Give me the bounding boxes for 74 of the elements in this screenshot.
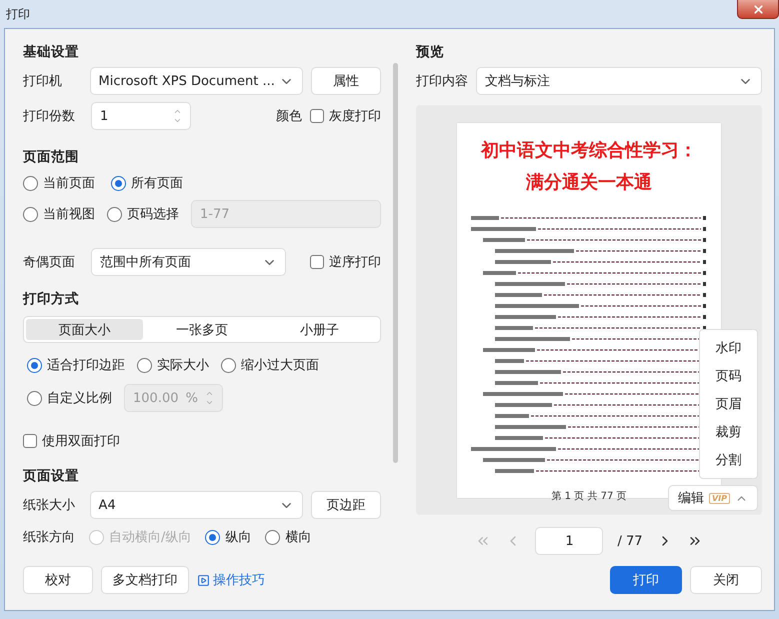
section-heading: 基础设置 [23,43,80,61]
checkbox-label: 灰度打印 [329,108,381,125]
radio-button[interactable] [137,358,152,372]
radio-button[interactable] [27,390,42,406]
checkbox[interactable] [310,255,324,269]
toolbar-button[interactable]: 校对 [23,566,93,594]
margins-button[interactable]: 页边距 [310,491,381,519]
radio-button[interactable] [221,358,236,372]
paper-size-select[interactable]: A4 [90,491,303,519]
toolbar-button[interactable]: 多文档打印 [101,566,189,594]
edit-button[interactable]: 编辑 VIP [668,485,758,511]
play-icon [197,574,210,586]
tab[interactable]: 页面大小 [26,319,144,340]
radio-label: 自动横向/纵向 [109,529,192,546]
menu-item[interactable]: 分割 [712,446,746,474]
section-heading: 页面范围 [23,148,80,166]
radio-button[interactable] [27,358,42,372]
radio-label: 当前视图 [43,206,95,223]
menu-item[interactable]: 水印 [712,334,746,362]
print-content-select[interactable]: 文档与标注 [476,67,762,95]
radio-label: 当前页面 [43,175,95,192]
radio-label: 页码选择 [127,206,179,223]
tab[interactable]: 一张多页 [143,319,261,340]
chevron-down-icon[interactable] [173,116,182,125]
radio-label: 适合打印边距 [47,357,125,374]
radio-label: 纵向 [225,529,252,546]
properties-button[interactable]: 属性 [310,67,381,95]
radio-label: 实际大小 [157,357,209,374]
page-total: / 77 [617,534,643,548]
menu-item[interactable]: 页眉 [712,390,746,418]
document-title: 满分通关一本通 [526,171,652,195]
field-label: 打印机 [23,73,63,90]
radio-label: 自定义比例 [47,390,112,407]
field-label: 打印份数 [23,108,76,125]
radio-button[interactable] [23,176,38,190]
print-button[interactable]: 打印 [610,566,682,594]
color-label: 颜色 [276,108,302,125]
chevron-up-icon[interactable] [173,107,182,116]
radio-label: 横向 [285,529,312,546]
percent-unit: % [186,390,198,406]
radio-button[interactable] [23,206,38,222]
close-button[interactable] [737,0,779,19]
field-label: 纸张方向 [23,529,75,546]
radio-label: 所有页面 [131,175,183,192]
radio-button[interactable] [107,206,122,222]
document-title: 初中语文中考综合性学习： [481,139,697,163]
field-label: 纸张大小 [23,497,76,514]
checkbox[interactable] [23,434,37,448]
page-number-input[interactable]: 1 [535,527,604,555]
tab[interactable]: 小册子 [260,319,378,340]
section-heading: 预览 [416,43,445,61]
field-label: 打印内容 [416,73,468,90]
window-title: 打印 [6,6,30,23]
close-icon [752,2,764,16]
section-heading: 页面设置 [23,467,80,485]
checkbox-label: 使用双面打印 [42,433,120,450]
menu-item[interactable]: 裁剪 [712,418,746,446]
ratio-value: 100.00 [133,390,178,406]
printer-select[interactable]: Microsoft XPS Document ... [90,67,303,95]
checkbox[interactable] [310,109,324,123]
copies-input[interactable]: 1 [91,102,191,130]
radio-label: 缩小过大页面 [241,357,319,374]
field-label: 奇偶页面 [23,254,76,271]
radio-button[interactable] [205,530,220,544]
menu-item[interactable]: 页码 [712,362,746,390]
radio-button[interactable] [111,176,126,190]
odd-even-select[interactable]: 范围中所有页面 [91,248,286,276]
radio-button[interactable] [265,530,280,544]
page-footer: 第 1 页 共 77 页 [552,489,626,503]
close-dialog-button[interactable]: 关闭 [690,566,762,594]
section-heading: 打印方式 [23,290,80,308]
tips-link[interactable]: 操作技巧 [197,571,265,589]
checkbox-label: 逆序打印 [329,254,381,271]
vip-badge: VIP [708,492,730,504]
